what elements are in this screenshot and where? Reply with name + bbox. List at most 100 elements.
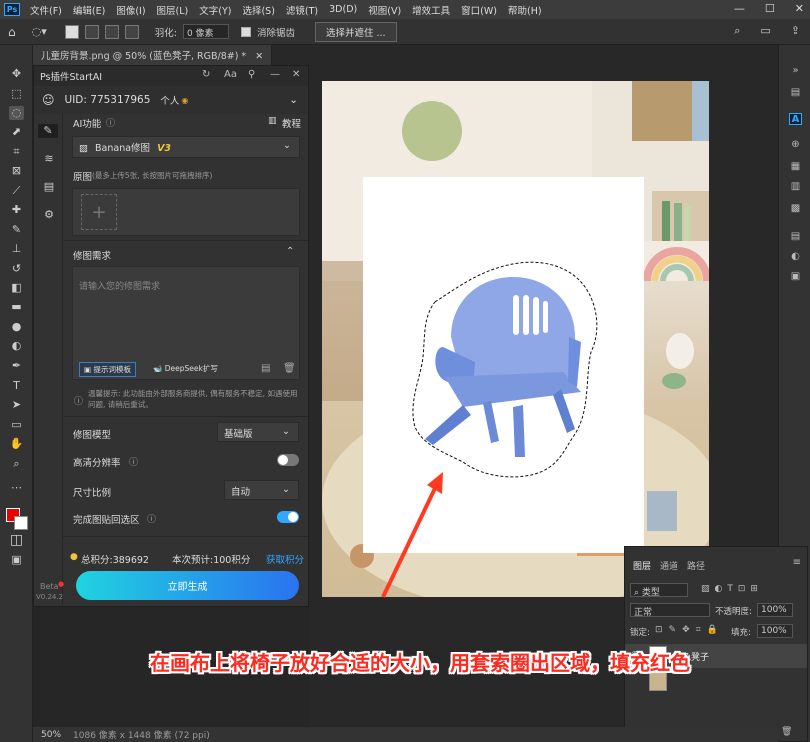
document-tab[interactable]: 儿童房背景.png @ 50% (蓝色凳子, RGB/8#) * ✕	[33, 45, 273, 65]
libraries-panel-icon[interactable]: ▣	[789, 271, 802, 283]
hd-toggle[interactable]	[277, 454, 299, 466]
history-panel-icon[interactable]: ▤	[789, 87, 802, 99]
clone-stamp-icon[interactable]: ⊥	[9, 242, 24, 256]
maximize-icon[interactable]: ☐	[765, 2, 775, 15]
pin-icon[interactable]: ⚲	[248, 69, 255, 80]
prompt-template-button[interactable]: ▣ 提示词模板	[79, 362, 136, 377]
gradients-panel-icon[interactable]: ▥	[789, 181, 802, 193]
trash-icon[interactable]: 🗑	[283, 363, 296, 374]
select-and-mask-button[interactable]: 选择并遮住 ...	[314, 21, 397, 42]
get-points-link[interactable]: 获取积分	[266, 552, 304, 566]
requirements-textarea[interactable]: 请输入您的修图需求 ▣ 提示词模板 🐋 DeepSeek扩写 ▤ 🗑	[72, 266, 300, 380]
minimize-icon[interactable]: —	[734, 2, 745, 15]
path-select-icon[interactable]: ➤	[9, 398, 24, 412]
paste-back-toggle[interactable]	[277, 511, 299, 523]
opacity-input[interactable]: 100%	[757, 603, 793, 617]
tab-channels[interactable]: 通道	[660, 559, 678, 572]
fill-input[interactable]: 100%	[757, 624, 793, 638]
menu-plugins[interactable]: 增效工具	[412, 3, 450, 17]
filter-icons[interactable]: ▨◐T⊡⊞	[701, 584, 763, 594]
lasso-tool-icon[interactable]: ◌	[9, 106, 24, 120]
new-selection-button[interactable]	[64, 24, 79, 39]
generate-button[interactable]: 立即生成	[76, 571, 299, 600]
more-tools-icon[interactable]: ⋯	[9, 481, 24, 495]
zoom-tool-icon[interactable]: ⌕	[9, 457, 24, 471]
refresh-icon[interactable]: ↻	[202, 69, 210, 80]
hand-tool-icon[interactable]: ✋	[9, 437, 24, 451]
document-icon[interactable]: ▤	[42, 180, 56, 194]
pen-tool-icon[interactable]: ✒	[9, 359, 24, 373]
adjustments-panel-icon[interactable]: ◐	[789, 251, 802, 263]
menu-image[interactable]: 图像(I)	[116, 3, 145, 17]
layers-icon[interactable]: ≋	[42, 152, 56, 166]
eyedropper-icon[interactable]: ⟋	[9, 184, 24, 198]
menu-type[interactable]: 文字(Y)	[199, 3, 231, 17]
close-panel-icon[interactable]: ✕	[292, 69, 300, 80]
minimize-panel-icon[interactable]: —	[270, 69, 280, 80]
edit-icon[interactable]: ✎	[38, 124, 58, 138]
brush-tool-icon[interactable]: ✎	[9, 223, 24, 237]
screen-mode-icon[interactable]: ▣	[9, 553, 24, 567]
font-size-icon[interactable]: Aa	[224, 69, 237, 80]
history-brush-icon[interactable]: ↺	[9, 262, 24, 276]
gradient-tool-icon[interactable]: ▬	[9, 300, 24, 314]
feather-input[interactable]: 0 像素	[182, 24, 229, 39]
close-icon[interactable]: ✕	[795, 2, 804, 15]
tab-layers[interactable]: 图层	[633, 559, 651, 572]
menu-filter[interactable]: 滤镜(T)	[286, 3, 318, 17]
dodge-tool-icon[interactable]: ◐	[9, 339, 24, 353]
model-select[interactable]: 基础版 ⌄	[217, 422, 299, 442]
background-color-swatch[interactable]	[14, 516, 28, 530]
rectangle-tool-icon[interactable]: ▭	[9, 418, 24, 432]
intersect-selection-button[interactable]	[124, 24, 139, 39]
image-upload-area[interactable]: +	[72, 188, 300, 236]
menu-layer[interactable]: 图层(L)	[157, 3, 189, 17]
menu-window[interactable]: 窗口(W)	[461, 3, 497, 17]
add-image-button[interactable]: +	[81, 194, 117, 230]
frame-tool-icon[interactable]: ⊠	[9, 164, 24, 178]
menu-file[interactable]: 文件(F)	[30, 3, 62, 17]
swatches-panel-icon[interactable]: ▦	[789, 161, 802, 173]
ai-model-dropdown[interactable]: ▨ Banana修图 V3 ⌄	[72, 136, 300, 158]
tab-close-icon[interactable]: ✕	[255, 51, 263, 62]
healing-brush-icon[interactable]: ✚	[9, 203, 24, 217]
antialias-checkbox[interactable]	[240, 26, 251, 37]
tutorial-icon[interactable]: ▥	[268, 116, 277, 126]
collapse-icon[interactable]: ⌃	[286, 246, 294, 257]
crop-tool-icon[interactable]: ⌗	[9, 145, 24, 159]
type-tool-icon[interactable]: T	[9, 379, 24, 393]
lock-icons[interactable]: ⊡✎✥⌗🔒	[655, 625, 724, 635]
patterns-panel-icon[interactable]: ▩	[789, 203, 802, 215]
startai-panel-icon[interactable]: A	[789, 113, 802, 125]
tab-paths[interactable]: 路径	[687, 559, 705, 572]
marquee-tool-icon[interactable]: ⬚	[9, 87, 24, 101]
menu-view[interactable]: 视图(V)	[368, 3, 401, 17]
lasso-tool-icon[interactable]: ◌▾	[32, 25, 47, 38]
menu-edit[interactable]: 编辑(E)	[73, 3, 105, 17]
home-icon[interactable]: ⌂	[8, 25, 16, 39]
tutorial-link[interactable]: 教程	[282, 116, 301, 130]
blur-tool-icon[interactable]: ●	[9, 320, 24, 334]
menu-help[interactable]: 帮助(H)	[508, 3, 542, 17]
history-icon[interactable]: ▤	[261, 363, 270, 374]
uid-chevron-icon[interactable]: ⌄	[289, 94, 298, 106]
deepseek-button[interactable]: 🐋 DeepSeek扩写	[149, 362, 222, 375]
color-panel-icon[interactable]: ⊕	[789, 139, 802, 151]
eraser-icon[interactable]: ◧	[9, 281, 24, 295]
subtract-selection-button[interactable]	[104, 24, 119, 39]
collapse-panels-icon[interactable]: »	[789, 65, 802, 77]
menu-select[interactable]: 选择(S)	[242, 3, 274, 17]
share-icon[interactable]: ⇪	[791, 24, 800, 38]
layer-filter-dropdown[interactable]: ⌕ 类型	[630, 583, 688, 598]
quick-mask-icon[interactable]: ◫	[9, 533, 24, 547]
blend-mode-select[interactable]: 正常	[630, 603, 710, 618]
move-tool-icon[interactable]: ✥	[9, 67, 24, 81]
layers-menu-icon[interactable]: ≡	[793, 557, 801, 568]
zoom-level[interactable]: 50%	[41, 730, 61, 740]
menu-3d[interactable]: 3D(D)	[329, 4, 357, 15]
ratio-select[interactable]: 自动 ⌄	[224, 480, 299, 500]
add-selection-button[interactable]	[84, 24, 99, 39]
quick-select-icon[interactable]: ⬈	[9, 125, 24, 139]
properties-panel-icon[interactable]: ▤	[789, 231, 802, 243]
settings-icon[interactable]: ⚙	[42, 208, 56, 222]
